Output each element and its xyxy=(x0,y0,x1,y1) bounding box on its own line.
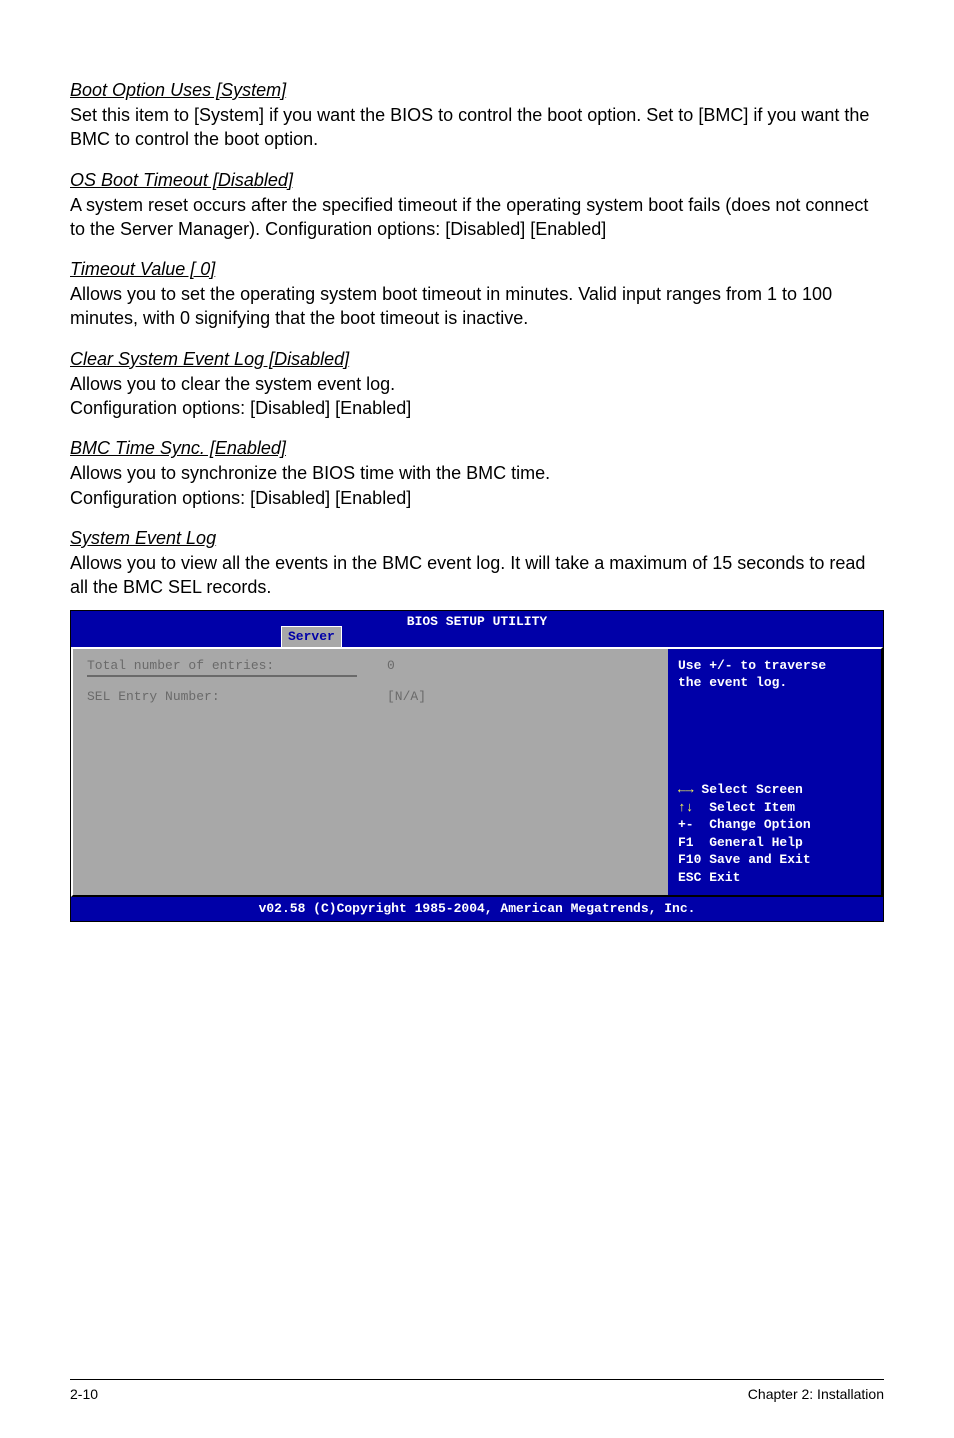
section-heading-boot-option: Boot Option Uses [System] xyxy=(70,80,884,101)
bios-label-sel-entry: SEL Entry Number: xyxy=(87,688,387,706)
nav-general-help: F1 General Help xyxy=(678,835,803,850)
section-heading-clear-sel: Clear System Event Log [Disabled] xyxy=(70,349,884,370)
arrow-up-down-icon: ↑↓ xyxy=(678,800,694,815)
nav-change-option: +- Change Option xyxy=(678,817,811,832)
bios-divider xyxy=(87,675,357,677)
bios-row-sel-entry: SEL Entry Number: [N/A] xyxy=(87,688,654,706)
bios-footer: v02.58 (C)Copyright 1985-2004, American … xyxy=(71,897,883,922)
section-body-clear-sel: Allows you to clear the system event log… xyxy=(70,372,884,421)
bios-left-panel: Total number of entries: 0 SEL Entry Num… xyxy=(71,647,668,897)
bios-label-total-entries: Total number of entries: xyxy=(87,657,387,675)
bios-right-panel: Use +/- to traverse the event log. ←→ Se… xyxy=(668,647,883,897)
section-body-boot-option: Set this item to [System] if you want th… xyxy=(70,103,884,152)
section-heading-os-boot-timeout: OS Boot Timeout [Disabled] xyxy=(70,170,884,191)
bios-row-total-entries: Total number of entries: 0 xyxy=(87,657,654,675)
section-body-system-event-log: Allows you to view all the events in the… xyxy=(70,551,884,600)
page-footer: 2-10 Chapter 2: Installation xyxy=(70,1379,884,1402)
bios-title: BIOS SETUP UTILITY xyxy=(71,613,883,631)
bios-setup-screen: BIOS SETUP UTILITY Server Total number o… xyxy=(70,610,884,923)
section-heading-timeout-value: Timeout Value [ 0] xyxy=(70,259,884,280)
section-body-bmc-time-sync: Allows you to synchronize the BIOS time … xyxy=(70,461,884,510)
nav-select-screen: Select Screen xyxy=(701,782,802,797)
section-body-timeout-value: Allows you to set the operating system b… xyxy=(70,282,884,331)
section-heading-bmc-time-sync: BMC Time Sync. [Enabled] xyxy=(70,438,884,459)
nav-save-exit: F10 Save and Exit xyxy=(678,852,811,867)
bios-tab-server[interactable]: Server xyxy=(281,626,342,647)
bios-help-text: Use +/- to traverse the event log. xyxy=(678,657,871,692)
page-number: 2-10 xyxy=(70,1386,98,1402)
bios-titlebar: BIOS SETUP UTILITY Server xyxy=(71,611,883,647)
section-body-os-boot-timeout: A system reset occurs after the specifie… xyxy=(70,193,884,242)
bios-value-sel-entry: [N/A] xyxy=(387,688,426,706)
nav-esc-exit: ESC Exit xyxy=(678,870,740,885)
arrow-left-right-icon: ←→ xyxy=(678,782,694,797)
section-heading-system-event-log: System Event Log xyxy=(70,528,884,549)
bios-value-total-entries: 0 xyxy=(387,657,395,675)
chapter-title: Chapter 2: Installation xyxy=(748,1386,884,1402)
nav-select-item: Select Item xyxy=(709,800,795,815)
bios-nav-help: ←→ Select Screen ↑↓ Select Item +- Chang… xyxy=(678,781,871,886)
